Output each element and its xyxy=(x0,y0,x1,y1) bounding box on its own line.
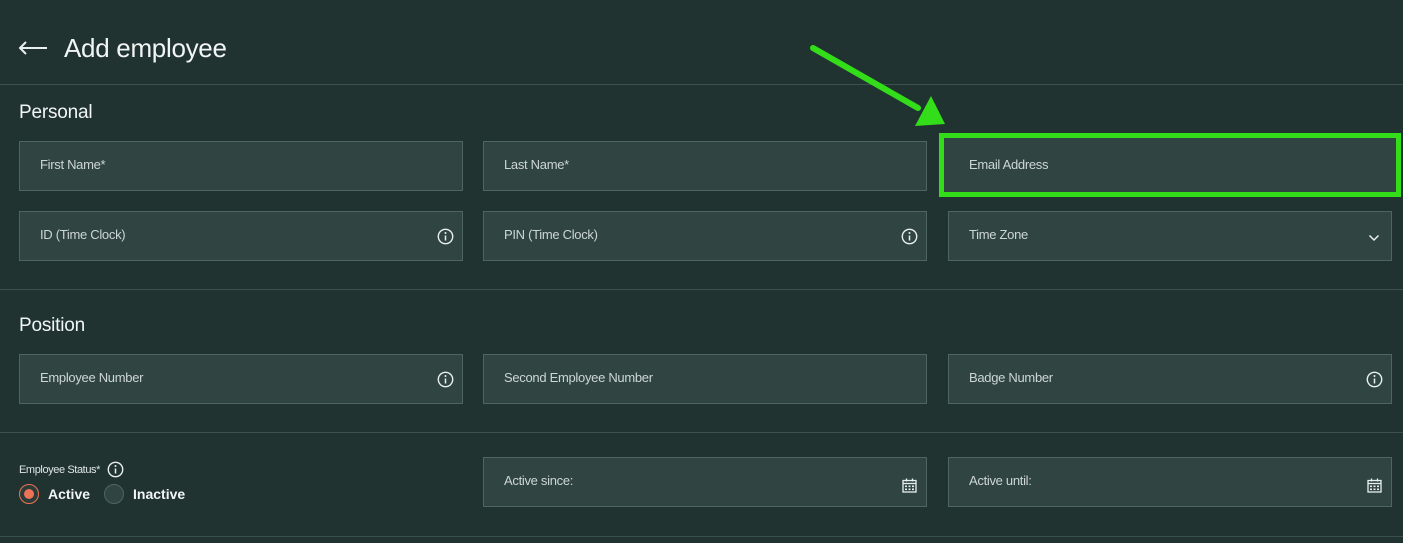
pin-time-clock-label: PIN (Time Clock) xyxy=(504,227,598,242)
active-since-date-field[interactable]: Active since: xyxy=(483,457,927,507)
badge-number-field[interactable]: Badge Number xyxy=(948,354,1392,404)
personal-divider xyxy=(0,289,1403,290)
page-header: Add employee xyxy=(18,28,227,68)
employee-status-text: Employee Status* xyxy=(19,464,101,476)
active-until-label: Active until: xyxy=(969,473,1032,488)
header-divider xyxy=(0,84,1403,85)
calendar-icon[interactable] xyxy=(900,476,918,494)
info-circle-icon[interactable] xyxy=(900,227,918,245)
page-title: Add employee xyxy=(64,32,227,63)
radio-selected-icon[interactable] xyxy=(19,484,39,504)
status-radio-inactive[interactable]: Inactive xyxy=(104,484,185,504)
employee-status-radio-group: Active Inactive xyxy=(19,484,199,504)
info-circle-icon[interactable] xyxy=(436,227,454,245)
info-circle-icon[interactable] xyxy=(1365,370,1383,388)
employee-number-label: Employee Number xyxy=(40,370,144,385)
status-inactive-label: Inactive xyxy=(133,486,186,502)
status-divider xyxy=(0,536,1403,537)
info-circle-icon[interactable] xyxy=(436,370,454,388)
email-address-field[interactable]: Email Address xyxy=(939,133,1401,197)
section-title-personal: Personal xyxy=(19,102,93,123)
section-title-position: Position xyxy=(19,315,85,336)
status-radio-active[interactable]: Active xyxy=(19,484,90,504)
active-since-label: Active since: xyxy=(504,473,574,488)
time-zone-label: Time Zone xyxy=(969,227,1028,242)
active-until-date-field[interactable]: Active until: xyxy=(948,457,1392,507)
arrow-left-icon[interactable] xyxy=(18,38,50,58)
last-name-field[interactable]: Last Name* xyxy=(483,141,927,191)
add-employee-page: Add employee Personal First Name* Last N… xyxy=(0,0,1403,543)
position-divider xyxy=(0,432,1403,433)
first-name-label: First Name* xyxy=(40,157,106,172)
status-active-label: Active xyxy=(48,486,91,502)
id-time-clock-field[interactable]: ID (Time Clock) xyxy=(19,211,463,261)
id-time-clock-label: ID (Time Clock) xyxy=(40,227,126,242)
employee-number-field[interactable]: Employee Number xyxy=(19,354,463,404)
chevron-down-icon xyxy=(1365,229,1383,247)
badge-number-label: Badge Number xyxy=(969,370,1053,385)
radio-unselected-icon[interactable] xyxy=(104,484,125,504)
calendar-icon[interactable] xyxy=(1365,476,1383,494)
employee-status-label: Employee Status* xyxy=(19,461,125,479)
last-name-label: Last Name* xyxy=(504,157,569,172)
second-employee-number-field[interactable]: Second Employee Number xyxy=(483,354,927,404)
info-circle-icon[interactable] xyxy=(107,461,125,479)
first-name-field[interactable]: First Name* xyxy=(19,141,463,191)
pin-time-clock-field[interactable]: PIN (Time Clock) xyxy=(483,211,927,261)
second-employee-number-label: Second Employee Number xyxy=(504,370,653,385)
time-zone-select[interactable]: Time Zone xyxy=(948,211,1392,261)
email-address-label: Email Address xyxy=(969,157,1049,172)
